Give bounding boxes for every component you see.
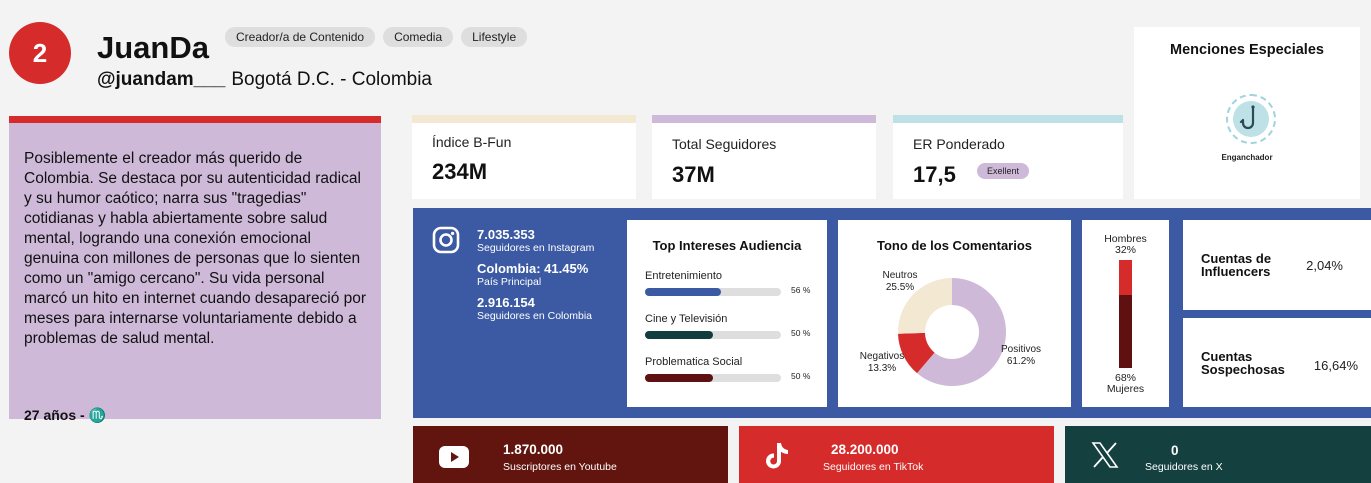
bio-accent-bar [9, 116, 381, 123]
followers-value: 37M [672, 162, 715, 187]
x-card: 0 Seguidores en X [1065, 426, 1371, 483]
influencer-accounts-value: 2,04% [1306, 258, 1343, 273]
youtube-icon [439, 446, 469, 468]
interest-track [645, 374, 781, 382]
interest-bar [645, 288, 722, 296]
ig-followers: 7.035.353 [477, 227, 535, 242]
ig-main-country: Colombia: 41.45% [477, 261, 589, 276]
suspicious-accounts-card: Cuentas Sospechosas 16,64% [1183, 318, 1371, 407]
interest-row: Problematica Social 50 % [645, 356, 815, 382]
creator-handle: @juandam___ [97, 69, 226, 90]
tag-list: Creador/a de Contenido Comedia Lifestyle [225, 27, 528, 47]
suspicious-accounts-value: 16,64% [1313, 358, 1358, 373]
tag-lifestyle: Lifestyle [461, 27, 528, 47]
tag-creator: Creador/a de Contenido [225, 27, 376, 47]
ig-country-followers: 2.916.154 [477, 295, 535, 310]
interest-pct: 50 % [791, 371, 811, 381]
gender-bar [1119, 260, 1132, 368]
interest-track [645, 288, 781, 296]
gender-women-label: 68% Mujeres [1106, 372, 1145, 395]
interest-pct: 56 % [791, 285, 811, 295]
mentions-card: Menciones Especiales Enganchador [1134, 27, 1360, 199]
influencer-accounts-label: Cuentas de Influencers [1201, 251, 1272, 279]
interest-label: Cine y Televisión [645, 313, 728, 325]
youtube-label: Suscriptores en Youtube [503, 461, 617, 473]
gender-men-label: Hombres 32% [1104, 233, 1147, 256]
x-value: 0 [1171, 443, 1179, 458]
creator-age: 27 años [24, 407, 77, 423]
interest-bar [645, 374, 713, 382]
interest-label: Problematica Social [645, 356, 743, 368]
followers-label: Total Seguidores [672, 136, 777, 152]
zodiac-icon: ♏ [88, 407, 107, 423]
tiktok-label: Seguidores en TikTok [823, 461, 924, 473]
mentions-title: Menciones Especiales [1170, 42, 1324, 58]
bfun-value: 234M [432, 159, 488, 184]
bfun-label: Índice B-Fun [432, 134, 512, 150]
tone-donut [898, 278, 1006, 386]
ig-main-country-label: País Principal [477, 276, 542, 288]
er-badge: Exellent [977, 163, 1030, 179]
er-label: ER Ponderado [913, 136, 1005, 152]
er-value: 17,5 [913, 162, 956, 187]
handle-row: @juandam___ Bogotá D.C. - Colombia [97, 69, 432, 91]
followers-card: Total Seguidores 37M [652, 115, 876, 199]
interest-bar [645, 331, 713, 339]
tone-label-neutral: Neutros 25.5% [882, 270, 918, 293]
tag-comedy: Comedia [383, 27, 454, 47]
mention-label: Enganchador [1221, 153, 1273, 162]
followers-accent [652, 115, 876, 123]
youtube-card: 1.870.000 Suscriptores en Youtube [413, 426, 728, 483]
interests-panel: Top Intereses Audiencia Entretenimiento … [627, 220, 827, 407]
gender-bar-men [1119, 260, 1132, 295]
bio-card: Posiblemente el creador más querido de C… [9, 123, 381, 419]
interest-row: Cine y Televisión 50 % [645, 313, 815, 339]
fishhook-icon [1226, 94, 1276, 144]
creator-location: Bogotá D.C. - Colombia [231, 69, 433, 90]
gender-bar-women [1119, 294, 1132, 368]
instagram-icon [432, 226, 460, 254]
interest-pct: 50 % [791, 328, 811, 338]
ig-followers-label: Seguidores en Instagram [477, 242, 595, 254]
er-card: ER Ponderado 17,5 Exellent [893, 115, 1123, 199]
suspicious-accounts-label: Cuentas Sospechosas [1201, 349, 1285, 377]
tone-label-negative: Negativos 13.3% [859, 351, 905, 374]
er-accent [893, 115, 1123, 123]
bfun-accent [412, 115, 636, 123]
rank-badge: 2 [9, 22, 71, 84]
interest-label: Entretenimiento [645, 270, 723, 282]
tiktok-card: 28.200.000 Seguidores en TikTok [739, 426, 1054, 483]
bfun-card: Índice B-Fun 234M [412, 115, 636, 199]
tiktok-icon [766, 443, 788, 469]
tone-panel: Tono de los Comentarios Neutros 25.5% Neg… [838, 220, 1071, 407]
tone-label-positive: Positivos 61.2% [1000, 344, 1041, 367]
x-icon [1091, 442, 1119, 468]
x-label: Seguidores en X [1145, 461, 1223, 473]
interest-row: Entretenimiento 56 % [645, 270, 815, 296]
creator-name: JuanDa [97, 30, 209, 65]
age-row: 27 años - ♏ [24, 407, 107, 423]
tiktok-value: 28.200.000 [831, 442, 899, 457]
bio-text: Posiblemente el creador más querido de C… [24, 150, 367, 347]
influencer-accounts-card: Cuentas de Influencers 2,04% [1183, 220, 1371, 310]
interest-track [645, 331, 781, 339]
youtube-value: 1.870.000 [503, 442, 564, 457]
gender-panel: Hombres 32% 68% Mujeres [1082, 220, 1169, 407]
ig-country-followers-label: Seguidores en Colombia [477, 310, 592, 322]
interests-title: Top Intereses Audiencia [652, 238, 802, 253]
instagram-stats: 7.035.353 Seguidores en Instagram Colomb… [477, 227, 594, 329]
